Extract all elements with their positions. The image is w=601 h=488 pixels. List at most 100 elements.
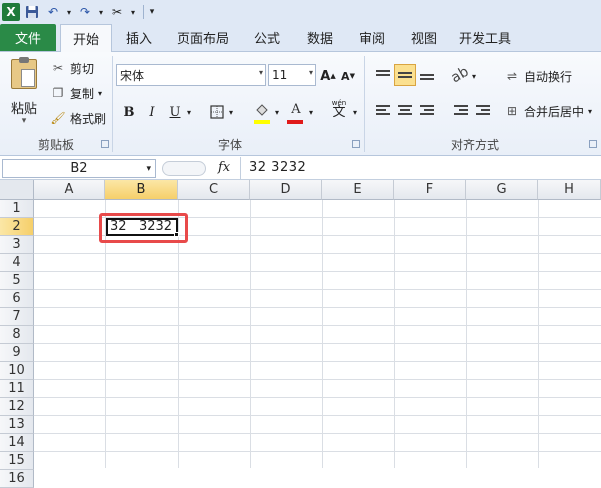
undo-dropdown-icon[interactable]: ▾: [65, 3, 73, 21]
chevron-down-icon[interactable]: ▾: [227, 102, 235, 122]
tab-file[interactable]: 文件: [0, 24, 56, 51]
underline-button[interactable]: U: [166, 102, 184, 122]
align-center-icon[interactable]: [394, 99, 416, 121]
font-name-value: 宋体: [120, 68, 145, 83]
gridline: [34, 343, 601, 344]
tab-page-layout[interactable]: 页面布局: [166, 24, 240, 51]
increase-indent-icon[interactable]: [472, 99, 494, 121]
paste-label: 粘贴: [10, 102, 37, 117]
row-header-12[interactable]: 12: [0, 398, 34, 416]
row-header-14[interactable]: 14: [0, 434, 34, 452]
row-header-5[interactable]: 5: [0, 272, 34, 290]
row-header-9[interactable]: 9: [0, 344, 34, 362]
row-header-6[interactable]: 6: [0, 290, 34, 308]
chevron-down-icon[interactable]: ▾: [351, 102, 359, 122]
excel-logo-icon[interactable]: X: [2, 3, 20, 21]
align-left-icon[interactable]: [372, 99, 394, 121]
column-header-h[interactable]: H: [538, 180, 601, 200]
name-box[interactable]: B2 ▾: [2, 159, 156, 178]
insert-function-icon[interactable]: fx: [218, 160, 230, 175]
tab-insert[interactable]: 插入: [112, 24, 166, 51]
tab-formulas[interactable]: 公式: [240, 24, 294, 51]
align-right-icon[interactable]: [416, 99, 438, 121]
gridline: [34, 433, 601, 434]
tools-dropdown-icon[interactable]: ▾: [129, 3, 137, 21]
font-size-value: 11: [272, 68, 288, 82]
chevron-down-icon[interactable]: ▾: [470, 66, 478, 86]
bold-button[interactable]: B: [120, 102, 138, 122]
chevron-down-icon: ▾: [308, 68, 313, 77]
font-name-combo[interactable]: 宋体 ▾: [116, 64, 266, 86]
borders-icon[interactable]: [208, 102, 226, 122]
tab-view[interactable]: 视图: [398, 24, 450, 51]
chevron-down-icon: ▾: [21, 116, 27, 126]
redo-dropdown-icon[interactable]: ▾: [97, 3, 105, 21]
dialog-launcher-icon[interactable]: [352, 140, 360, 148]
grow-font-icon[interactable]: A ▲: [320, 66, 336, 86]
phonetic-guide-icon[interactable]: wén 文: [328, 98, 350, 119]
formula-bar-splitter[interactable]: [162, 161, 206, 176]
align-bottom-icon[interactable]: [416, 64, 438, 86]
customize-qat-icon[interactable]: ▾: [147, 3, 157, 21]
row-header-7[interactable]: 7: [0, 308, 34, 326]
select-all-corner[interactable]: [0, 180, 34, 200]
fill-color-bar: [254, 120, 270, 124]
tab-home[interactable]: 开始: [60, 24, 112, 52]
row-header-15[interactable]: 15: [0, 452, 34, 470]
fill-color-icon[interactable]: [252, 100, 272, 120]
decrease-indent-icon[interactable]: [450, 99, 472, 121]
row-header-11[interactable]: 11: [0, 380, 34, 398]
save-icon[interactable]: [23, 3, 41, 21]
chevron-down-icon[interactable]: ▾: [185, 102, 193, 122]
chevron-down-icon[interactable]: ▾: [273, 102, 281, 122]
wrap-text-button[interactable]: ⇌ 自动换行: [504, 66, 572, 86]
align-top-icon[interactable]: [372, 64, 394, 86]
column-header-f[interactable]: F: [394, 180, 466, 200]
cut-button[interactable]: ✂ 剪切: [50, 58, 94, 78]
undo-icon[interactable]: ↶: [44, 3, 62, 21]
tab-review[interactable]: 审阅: [346, 24, 398, 51]
copy-label: 复制: [70, 86, 95, 101]
row-header-2[interactable]: 2: [0, 218, 34, 236]
merge-center-button[interactable]: ⊞ 合并后居中 ▾: [504, 101, 592, 121]
shrink-font-icon[interactable]: A ▼: [340, 66, 356, 86]
group-separator: [364, 56, 365, 152]
dialog-launcher-icon[interactable]: [101, 140, 109, 148]
paste-button[interactable]: 粘贴 ▾: [6, 56, 42, 132]
tab-developer[interactable]: 开发工具: [450, 24, 520, 51]
tools-icon[interactable]: ✂: [108, 3, 126, 21]
copy-button[interactable]: ❐ 复制 ▾: [50, 83, 102, 103]
gridline: [34, 451, 601, 452]
formula-input[interactable]: 32 3232: [240, 157, 601, 179]
row-header-8[interactable]: 8: [0, 326, 34, 344]
row-header-1[interactable]: 1: [0, 200, 34, 218]
row-header-3[interactable]: 3: [0, 236, 34, 254]
column-header-b[interactable]: B: [105, 180, 178, 200]
chevron-down-icon: ▾: [588, 106, 593, 116]
column-header-g[interactable]: G: [466, 180, 538, 200]
worksheet-grid: A B C D E F G H 1 2 3 4 5 6 7 8 9 10 11 …: [0, 180, 601, 488]
row-header-13[interactable]: 13: [0, 416, 34, 434]
scissors-icon: ✂: [52, 61, 64, 75]
tab-data[interactable]: 数据: [294, 24, 346, 51]
row-header-16[interactable]: 16: [0, 470, 34, 488]
dialog-launcher-icon[interactable]: [589, 140, 597, 148]
font-size-combo[interactable]: 11 ▾: [268, 64, 316, 86]
chevron-down-icon[interactable]: ▾: [307, 102, 315, 122]
column-header-c[interactable]: C: [178, 180, 250, 200]
align-middle-icon[interactable]: [394, 64, 416, 86]
redo-icon[interactable]: ↷: [76, 3, 94, 21]
row-header-4[interactable]: 4: [0, 254, 34, 272]
column-header-e[interactable]: E: [322, 180, 394, 200]
chevron-down-icon: ▾: [258, 68, 263, 77]
row-header-10[interactable]: 10: [0, 362, 34, 380]
format-painter-button[interactable]: 🖌 格式刷: [50, 108, 106, 128]
font-color-button[interactable]: A: [287, 99, 305, 119]
column-header-a[interactable]: A: [34, 180, 105, 200]
formula-bar: B2 ▾ fx 32 3232: [0, 157, 601, 180]
italic-button[interactable]: I: [143, 102, 161, 122]
cut-label: 剪切: [70, 61, 95, 76]
alignment-group-label: 对齐方式: [450, 138, 499, 152]
column-header-d[interactable]: D: [250, 180, 322, 200]
quick-access-toolbar: X ↶ ▾ ↷ ▾ ✂ ▾ ▾: [0, 0, 601, 24]
